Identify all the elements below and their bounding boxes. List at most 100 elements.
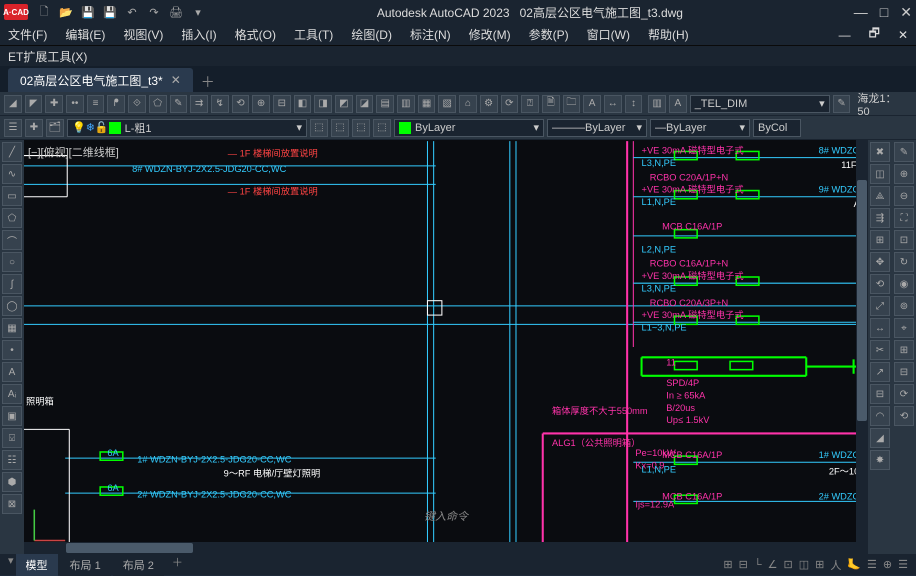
minimize-icon[interactable]: —: [854, 4, 868, 21]
tb-btn[interactable]: A: [583, 95, 601, 113]
menu-param[interactable]: 参数(P): [529, 26, 569, 43]
tb-btn[interactable]: 🗀: [563, 95, 581, 113]
tb-btn[interactable]: ▧: [438, 95, 456, 113]
doc-minimize-icon[interactable]: —: [839, 28, 851, 42]
status-toggle[interactable]: ⊞: [723, 558, 732, 571]
tb-btn[interactable]: ≡: [87, 95, 105, 113]
layout-add-icon[interactable]: ＋: [166, 554, 189, 576]
tb-btn[interactable]: ⇉: [190, 95, 208, 113]
rect-tool-icon[interactable]: ▭: [2, 186, 22, 206]
tb-btn[interactable]: ↔: [604, 95, 622, 113]
tb-btn[interactable]: ◧: [294, 95, 312, 113]
nav-tool-icon[interactable]: ⌖: [894, 318, 914, 338]
nav-tool-icon[interactable]: ◉: [894, 274, 914, 294]
doc-restore-icon[interactable]: 🗗: [869, 24, 880, 45]
tb-btn[interactable]: ••: [66, 95, 84, 113]
menu-window[interactable]: 窗口(W): [587, 26, 630, 43]
tb-btn[interactable]: ⬚: [310, 119, 328, 137]
tb-btn[interactable]: ◤: [25, 95, 43, 113]
viewport-label[interactable]: [−][俯视][二维线框]: [28, 144, 119, 160]
status-toggle[interactable]: ☰: [898, 558, 908, 571]
color-combo[interactable]: ByLayer▾: [394, 119, 544, 137]
tb-btn[interactable]: ⬚: [352, 119, 370, 137]
insert-tool-icon[interactable]: ⍌: [2, 428, 22, 448]
tb-btn[interactable]: ◢: [4, 95, 22, 113]
layout-tab-1[interactable]: 布局 1: [60, 554, 111, 576]
nav-tool-icon[interactable]: ⛶: [894, 208, 914, 228]
new-icon[interactable]: 🗋: [36, 4, 52, 20]
tb-btn[interactable]: 🗎: [542, 95, 560, 113]
tb-btn[interactable]: ⟐: [128, 95, 146, 113]
open-icon[interactable]: 📂: [58, 4, 74, 20]
status-toggle[interactable]: 人: [830, 557, 841, 573]
tab-add-icon[interactable]: ＋: [201, 72, 215, 92]
tb-btn[interactable]: ↯: [211, 95, 229, 113]
status-toggle[interactable]: ∠: [768, 558, 778, 571]
dropdown-icon[interactable]: ▾: [190, 4, 206, 20]
table-tool-icon[interactable]: ☷: [2, 450, 22, 470]
menu-modify[interactable]: 修改(M): [469, 26, 511, 43]
tb-btn[interactable]: ✚: [45, 95, 63, 113]
tb-btn[interactable]: ✎: [170, 95, 188, 113]
redo-icon[interactable]: ↷: [146, 4, 162, 20]
menu-edit[interactable]: 编辑(E): [65, 26, 105, 43]
tb-btn[interactable]: ᖰ: [107, 95, 125, 113]
move-tool-icon[interactable]: ✥: [870, 252, 890, 272]
trim-tool-icon[interactable]: ✂: [870, 340, 890, 360]
saveas-icon[interactable]: 💾: [102, 4, 118, 20]
tabs-dropdown-icon[interactable]: ▾: [8, 554, 14, 576]
status-toggle[interactable]: ☰: [867, 558, 877, 571]
wipeout-tool-icon[interactable]: ⊠: [2, 494, 22, 514]
doc-close-icon[interactable]: ✕: [898, 28, 908, 42]
close-icon[interactable]: ✕: [900, 4, 912, 21]
arc-tool-icon[interactable]: ⌒: [2, 230, 22, 250]
nav-tool-icon[interactable]: ⊖: [894, 186, 914, 206]
rotate-tool-icon[interactable]: ⟲: [870, 274, 890, 294]
document-tab[interactable]: 02高层公区电气施工图_t3* ✕: [8, 68, 193, 92]
tb-btn[interactable]: ✚: [25, 119, 43, 137]
nav-tool-icon[interactable]: ⊚: [894, 296, 914, 316]
nav-tool-icon[interactable]: ⊟: [894, 362, 914, 382]
status-toggle[interactable]: ⊞: [815, 558, 824, 571]
save-icon[interactable]: 💾: [80, 4, 96, 20]
ellipse-tool-icon[interactable]: ◯: [2, 296, 22, 316]
maximize-icon[interactable]: □: [880, 4, 888, 21]
explode-tool-icon[interactable]: ✸: [870, 450, 890, 470]
undo-icon[interactable]: ↶: [124, 4, 140, 20]
tb-btn[interactable]: ⬚: [331, 119, 349, 137]
tb-btn[interactable]: ⚙: [480, 95, 498, 113]
tb-btn[interactable]: ⟲: [232, 95, 250, 113]
stretch-tool-icon[interactable]: ↔: [870, 318, 890, 338]
tb-btn[interactable]: ⬚: [373, 119, 391, 137]
menu-tools[interactable]: 工具(T): [294, 26, 333, 43]
text-tool-icon[interactable]: A: [2, 362, 22, 382]
linetype-combo[interactable]: ——— ByLayer▾: [547, 119, 647, 137]
polygon-tool-icon[interactable]: ⬠: [2, 208, 22, 228]
block-tool-icon[interactable]: ▣: [2, 406, 22, 426]
horizontal-scrollbar[interactable]: [24, 542, 868, 554]
nav-tool-icon[interactable]: ↻: [894, 252, 914, 272]
break-tool-icon[interactable]: ⊟: [870, 384, 890, 404]
tb-btn[interactable]: ⍰: [521, 95, 539, 113]
command-hint[interactable]: 键入命令: [424, 508, 468, 524]
vertical-scrollbar[interactable]: [856, 140, 868, 542]
offset-tool-icon[interactable]: ⇶: [870, 208, 890, 228]
tb-btn[interactable]: ▥: [648, 95, 666, 113]
tb-btn[interactable]: ▦: [418, 95, 436, 113]
print-icon[interactable]: 🖨: [168, 4, 184, 20]
status-toggle[interactable]: └: [754, 559, 762, 571]
extend-tool-icon[interactable]: ↗: [870, 362, 890, 382]
polyline-tool-icon[interactable]: ∿: [2, 164, 22, 184]
layout-tab-model[interactable]: 模型: [16, 554, 58, 576]
tb-btn[interactable]: ⊟: [273, 95, 291, 113]
point-tool-icon[interactable]: •: [2, 340, 22, 360]
menu-file[interactable]: 文件(F): [8, 26, 47, 43]
tb-btn[interactable]: ▤: [376, 95, 394, 113]
nav-tool-icon[interactable]: ⟲: [894, 406, 914, 426]
menu-help[interactable]: 帮助(H): [648, 26, 689, 43]
tb-btn[interactable]: ✎: [833, 95, 851, 113]
layout-tab-2[interactable]: 布局 2: [113, 554, 164, 576]
nav-tool-icon[interactable]: ⊞: [894, 340, 914, 360]
line-tool-icon[interactable]: ╱: [2, 142, 22, 162]
menu-format[interactable]: 格式(O): [235, 26, 276, 43]
